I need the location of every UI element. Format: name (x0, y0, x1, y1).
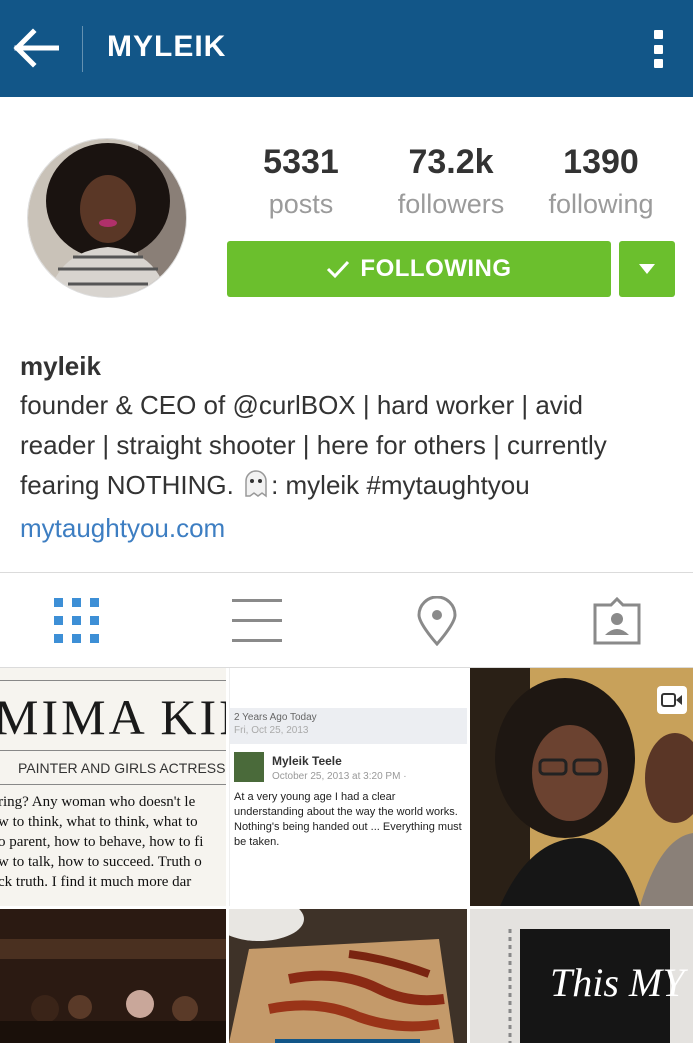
stat-following[interactable]: 1390 following (526, 140, 676, 224)
appbar-divider (82, 26, 83, 72)
post-text: At a very young age I had a clear unders… (234, 791, 462, 848)
bio-line-3-start: fearing NOTHING. (20, 470, 234, 500)
bacon-photo (229, 909, 467, 1043)
back-button[interactable] (10, 22, 62, 74)
location-pin-icon (417, 596, 457, 646)
post-thumbnail-5[interactable] (229, 909, 467, 1043)
post-thumbnail-3[interactable] (470, 668, 693, 906)
post-thumbnail-6[interactable]: This MY (470, 909, 693, 1043)
post-author-avatar (234, 752, 264, 782)
post-thumbnail-2[interactable]: 2 Years Ago Today Fri, Oct 25, 2013 Myle… (229, 668, 467, 906)
planner-title: This MY (550, 960, 685, 1005)
tagged-person-icon (593, 597, 641, 645)
group-photo (0, 909, 226, 1043)
magazine-headline: MIMA KIR (0, 689, 226, 745)
posts-count: 5331 (263, 143, 339, 181)
more-options-button[interactable] (641, 26, 675, 72)
tab-list-view[interactable] (197, 573, 317, 669)
page-title: MYLEIK (107, 30, 227, 63)
post-thumbnail-1[interactable]: MIMA KIR PAINTER AND GIRLS ACTRESS ring?… (0, 668, 226, 906)
following-button[interactable]: FOLLOWING (227, 241, 611, 297)
video-camera-icon (657, 686, 687, 714)
profile-stats: 5331 posts 73.2k followers 1390 followin… (226, 140, 676, 224)
profile-username: myleik (20, 351, 101, 381)
tab-grid-view[interactable] (17, 573, 137, 669)
list-icon (232, 599, 282, 642)
bio-line-3-end: : myleik #mytaughtyou (271, 470, 530, 500)
tab-map-view[interactable] (377, 573, 497, 669)
ghost-emoji-icon (241, 468, 271, 509)
photo-grid: MIMA KIR PAINTER AND GIRLS ACTRESS ring?… (0, 668, 693, 1043)
bio-line-3: fearing NOTHING. : myleik #mytaughtyou (20, 465, 680, 509)
followers-label: followers (397, 189, 505, 219)
stat-posts[interactable]: 5331 posts (226, 140, 376, 224)
caret-down-icon (639, 264, 655, 274)
grid-icon (54, 598, 99, 643)
memory-date-title: 2 Years Ago Today (234, 712, 317, 723)
bio-line-2: reader | straight shooter | here for oth… (20, 430, 607, 460)
magazine-subhead: PAINTER AND GIRLS ACTRESS (18, 760, 226, 776)
scroll-indicator (275, 1039, 420, 1043)
website-link[interactable]: mytaughtyou.com (20, 509, 680, 547)
app-bar: MYLEIK (0, 0, 693, 97)
follow-options-dropdown[interactable] (619, 241, 675, 297)
post-thumbnail-4[interactable] (0, 909, 226, 1043)
more-vertical-icon (653, 30, 663, 39)
following-count: 1390 (563, 143, 639, 181)
magazine-body: ring? Any woman who doesn't le w to thin… (0, 794, 204, 890)
checkmark-icon (326, 259, 350, 279)
avatar-photo (28, 139, 186, 297)
avatar[interactable] (27, 138, 187, 298)
followers-count: 73.2k (408, 143, 494, 181)
memory-date: Fri, Oct 25, 2013 (234, 725, 309, 736)
view-tabs (0, 572, 693, 668)
tab-tagged-view[interactable] (557, 573, 677, 669)
following-button-label: FOLLOWING (360, 255, 512, 282)
following-label: following (548, 189, 654, 219)
arrow-left-icon (13, 28, 59, 68)
profile-bio: myleik founder & CEO of @curlBOX | hard … (20, 347, 680, 547)
post-timestamp: October 25, 2013 at 3:20 PM · (272, 771, 407, 782)
bio-line-1: founder & CEO of @curlBOX | hard worker … (20, 390, 584, 420)
posts-label: posts (268, 189, 334, 219)
stat-followers[interactable]: 73.2k followers (376, 140, 526, 224)
post-author: Myleik Teele (272, 754, 342, 768)
